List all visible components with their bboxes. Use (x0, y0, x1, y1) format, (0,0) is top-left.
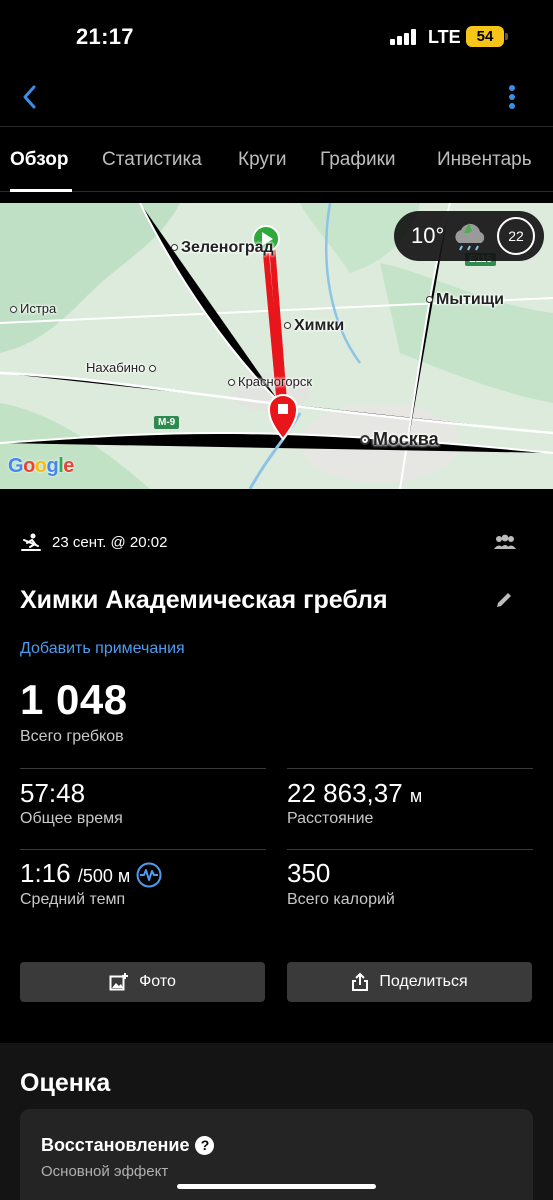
activity-meta: 23 сент. @ 20:02 (20, 532, 533, 554)
share-label: Поделиться (379, 973, 468, 990)
divider (20, 849, 266, 850)
activity-title: Химки Академическая гребля (20, 586, 388, 614)
route-map[interactable]: Зеленоград Истра Мытищи Химки Нахабино К… (0, 203, 553, 489)
add-photo-label: Фото (139, 973, 176, 990)
tab-statistics[interactable]: Статистика (102, 149, 202, 171)
avg-pace-stat: 1:16 /500 м (20, 858, 162, 889)
recovery-title: Восстановление? (41, 1135, 215, 1156)
active-tab-indicator (10, 189, 72, 192)
activity-datetime: 23 сент. @ 20:02 (52, 534, 168, 551)
weather-temperature: 10° (411, 223, 445, 248)
distance-value: 22 863,37 (287, 778, 403, 808)
share-button[interactable]: Поделиться (287, 962, 532, 1002)
tab-charts[interactable]: Графики (320, 149, 396, 171)
battery-nub (505, 33, 508, 40)
home-indicator[interactable] (177, 1184, 376, 1189)
pencil-icon[interactable] (493, 589, 515, 611)
tab-gear[interactable]: Инвентарь (437, 149, 532, 171)
calories-label: Всего калорий (287, 891, 395, 908)
help-icon[interactable]: ? (195, 1136, 215, 1155)
map-label-krasnogorsk: Красногорск (228, 374, 312, 389)
divider (287, 768, 533, 769)
cloud-rain-icon (455, 223, 485, 251)
pace-info-icon[interactable] (136, 862, 162, 888)
battery-icon: 54 (466, 26, 504, 47)
total-time-value: 57:48 (20, 778, 86, 808)
tab-bar: Обзор Статистика Круги Графики Инвентарь (0, 126, 553, 192)
map-label-zelenograd: Зеленоград (171, 239, 274, 257)
status-time: 21:17 (76, 24, 134, 49)
share-icon (352, 972, 369, 991)
map-label-moscow: Москва (360, 429, 439, 450)
total-strokes-value: 1 048 (20, 676, 128, 723)
distance-unit: м (409, 786, 423, 806)
road-badge-m9: М-9 (154, 416, 180, 429)
avg-pace-unit: /500 м (77, 866, 131, 886)
tab-laps[interactable]: Круги (238, 149, 286, 171)
rating-section: Оценка Восстановление? Основной эффект (0, 1043, 553, 1200)
recovery-subtitle: Основной эффект (41, 1163, 169, 1180)
rowing-icon (21, 533, 41, 551)
map-label-khimki: Химки (284, 317, 344, 335)
map-label-mytishchi: Мытищи (426, 291, 504, 309)
network-type: LTE (428, 27, 461, 47)
map-label-istra: Истра (10, 301, 56, 316)
add-note-link[interactable]: Добавить примечания (20, 640, 185, 658)
distance-label: Расстояние (287, 810, 374, 827)
avg-pace-value: 1:16 (20, 858, 71, 888)
signal-icon (390, 29, 418, 45)
add-photo-icon (109, 973, 129, 991)
group-icon[interactable] (492, 534, 518, 552)
chevron-left-icon[interactable] (18, 80, 44, 114)
total-time-label: Общее время (20, 810, 123, 827)
google-logo: Google (8, 455, 74, 477)
divider (287, 849, 533, 850)
distance-stat: 22 863,37 м (287, 778, 422, 809)
tab-overview[interactable]: Обзор (10, 149, 68, 171)
divider (20, 768, 266, 769)
wind-indicator: 22 (497, 217, 535, 255)
calories-value: 350 (287, 858, 331, 888)
vertical-ellipsis-icon[interactable] (502, 82, 522, 116)
add-photo-button[interactable]: Фото (20, 962, 265, 1002)
avg-pace-label: Средний темп (20, 891, 126, 908)
nav-bar (0, 76, 553, 126)
total-strokes-label: Всего гребков (20, 728, 124, 745)
map-label-nakhabino: Нахабино (86, 360, 159, 375)
rating-title: Оценка (20, 1069, 111, 1097)
status-bar: 21:17 LTE 54 (0, 0, 553, 76)
weather-widget: 10° 22 (394, 211, 544, 261)
